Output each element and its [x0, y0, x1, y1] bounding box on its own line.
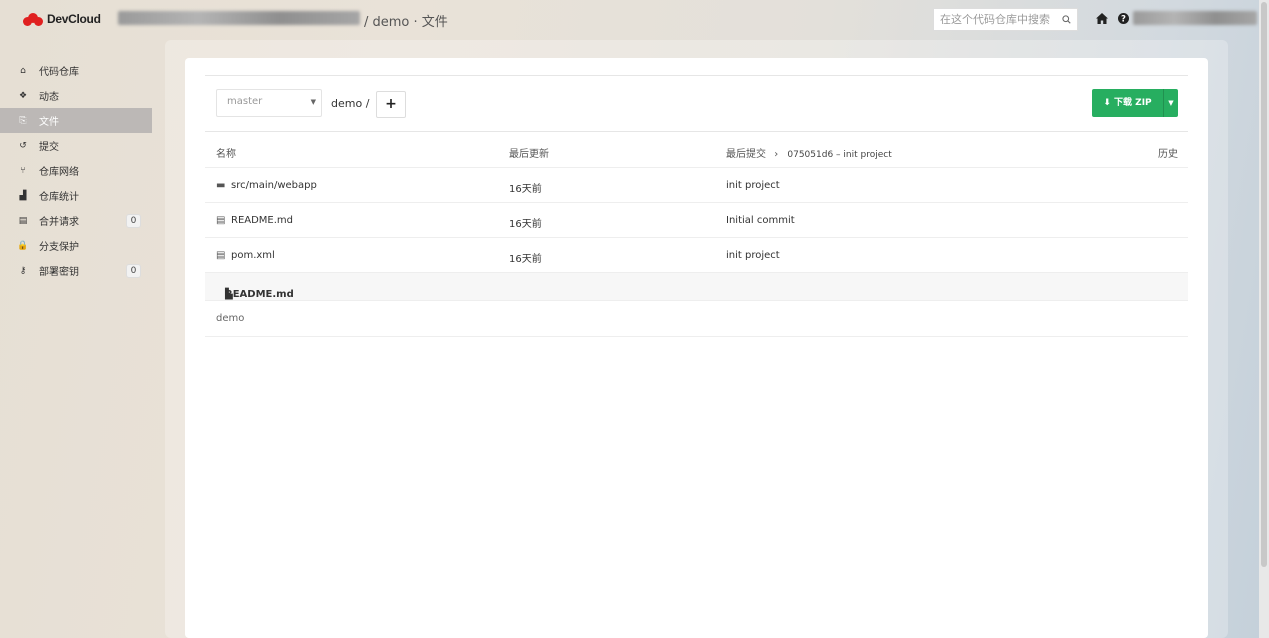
file-toolbar: master ▼ demo / + ⬇ 下载 ZIP ▼: [205, 75, 1188, 132]
readme-text: demo: [216, 313, 245, 324]
table-row: ▬ src/main/webapp 16天前 init project: [205, 168, 1188, 203]
sidebar-item-label: 文件: [39, 117, 59, 128]
chart-icon: ▟: [19, 190, 27, 201]
updated-cell: 16天前: [509, 254, 542, 265]
file-name-cell[interactable]: ▤ pom.xml: [216, 250, 275, 261]
file-icon: ▤: [216, 250, 226, 261]
caret-down-icon: ▼: [310, 98, 316, 106]
table-row: ▤ README.md 16天前 Initial commit: [205, 203, 1188, 238]
sidebar-item-label: 合并请求: [39, 217, 79, 228]
commit-message-link[interactable]: init project: [726, 250, 780, 261]
sidebar-item-7[interactable]: 🔒 分支保护: [0, 233, 152, 258]
download-zip-label: 下载 ZIP: [1114, 98, 1152, 108]
activity-icon: ❖: [18, 90, 28, 101]
cloud-logo-icon: [23, 12, 43, 26]
file-icon: ▤: [216, 215, 226, 226]
sidebar-item-label: 仓库网络: [39, 167, 79, 178]
header-last-commit-label: 最后提交: [726, 149, 766, 160]
sidebar-item-label: 动态: [39, 92, 59, 103]
svg-text:?: ?: [1121, 15, 1126, 24]
folder-icon: ▬: [216, 180, 226, 191]
path-breadcrumb[interactable]: demo /: [331, 97, 369, 110]
download-icon: ⬇: [1103, 98, 1111, 108]
devcloud-logo[interactable]: DevCloud: [23, 12, 101, 26]
sidebar-item-1[interactable]: ❖ 动态: [0, 83, 152, 108]
count-badge: 0: [126, 214, 141, 228]
sidebar-item-label: 仓库统计: [39, 192, 79, 203]
file-name-cell[interactable]: ▤ README.md: [216, 215, 293, 226]
redacted-username: [1133, 11, 1257, 25]
table-header: 名称 最后更新 最后提交 › 075051d6 – init project 历…: [205, 132, 1188, 168]
sidebar-item-3[interactable]: ↺ 提交: [0, 133, 152, 158]
readme-title: README.md: [225, 289, 294, 300]
sidebar-item-label: 提交: [39, 142, 59, 153]
brand-name: DevCloud: [47, 12, 101, 26]
files-icon: ⎘: [19, 115, 27, 126]
sidebar-item-label: 部署密钥: [39, 267, 79, 278]
file-browser-panel: master ▼ demo / + ⬇ 下载 ZIP ▼ 名称 最后更新 最后提…: [185, 58, 1208, 638]
table-row: ▤ pom.xml 16天前 init project: [205, 238, 1188, 273]
scrollbar-thumb[interactable]: [1261, 2, 1267, 567]
file-table: 名称 最后更新 最后提交 › 075051d6 – init project 历…: [205, 132, 1188, 337]
file-name[interactable]: src/main/webapp: [231, 180, 317, 191]
header-last-commit: 最后提交 › 075051d6 – init project: [726, 145, 892, 160]
file-name[interactable]: pom.xml: [231, 250, 275, 261]
history-link[interactable]: 历史: [1158, 145, 1178, 160]
search-icon[interactable]: [1062, 14, 1071, 25]
commit-message-link[interactable]: Initial commit: [726, 215, 795, 226]
chevron-right-icon: ›: [774, 149, 779, 160]
history-icon: ↺: [19, 140, 27, 151]
sidebar-item-label: 分支保护: [39, 242, 79, 253]
readme-content: demo: [205, 301, 1188, 337]
updated-cell: 16天前: [509, 184, 542, 195]
sidebar-item-6[interactable]: ▤ 合并请求 0: [0, 208, 152, 233]
merge-icon: ▤: [18, 215, 28, 226]
home-icon[interactable]: [1096, 13, 1108, 24]
download-zip-button[interactable]: ⬇ 下载 ZIP ▼: [1092, 89, 1178, 117]
branch-select[interactable]: master ▼: [216, 89, 322, 117]
home-icon: ⌂: [20, 65, 26, 76]
count-badge: 0: [126, 264, 141, 278]
sidebar: ⌂ 代码仓库 ❖ 动态 ⎘ 文件 ↺ 提交 ⑂ 仓库网络 ▟ 仓库统计 ▤ 合并请求 0 🔒 分支保护 ⚷ 部署密钥…: [0, 58, 152, 283]
network-icon: ⑂: [20, 165, 26, 176]
lock-icon: 🔒: [17, 240, 29, 251]
search-input[interactable]: [940, 13, 1058, 26]
key-icon: ⚷: [19, 265, 27, 276]
help-icon[interactable]: ?: [1118, 13, 1129, 24]
redacted-breadcrumb: [118, 11, 360, 25]
sidebar-item-label: 代码仓库: [39, 67, 79, 78]
zip-dropdown-caret-icon[interactable]: ▼: [1164, 99, 1178, 107]
sidebar-item-0[interactable]: ⌂ 代码仓库: [0, 58, 152, 83]
sidebar-item-2[interactable]: ⎘ 文件: [0, 108, 152, 133]
page-scrollbar[interactable]: [1259, 0, 1269, 638]
file-name[interactable]: README.md: [231, 215, 293, 226]
sidebar-item-4[interactable]: ⑂ 仓库网络: [0, 158, 152, 183]
header-name: 名称: [216, 149, 236, 160]
last-commit-link[interactable]: 075051d6 – init project: [787, 150, 891, 160]
branch-name: master: [227, 96, 263, 107]
readme-header: ▙ README.md: [205, 273, 1188, 301]
download-zip-main[interactable]: ⬇ 下载 ZIP: [1092, 89, 1164, 117]
top-bar: DevCloud / demo · 文件 ?: [0, 0, 1269, 38]
commit-message-link[interactable]: init project: [726, 180, 780, 191]
add-file-button[interactable]: +: [376, 91, 406, 118]
updated-cell: 16天前: [509, 219, 542, 230]
repo-search: [933, 8, 1078, 31]
file-name-cell[interactable]: ▬ src/main/webapp: [216, 180, 317, 191]
sidebar-item-5[interactable]: ▟ 仓库统计: [0, 183, 152, 208]
sidebar-item-8[interactable]: ⚷ 部署密钥 0: [0, 258, 152, 283]
header-updated: 最后更新: [509, 149, 549, 160]
page-title: / demo · 文件: [364, 15, 448, 30]
